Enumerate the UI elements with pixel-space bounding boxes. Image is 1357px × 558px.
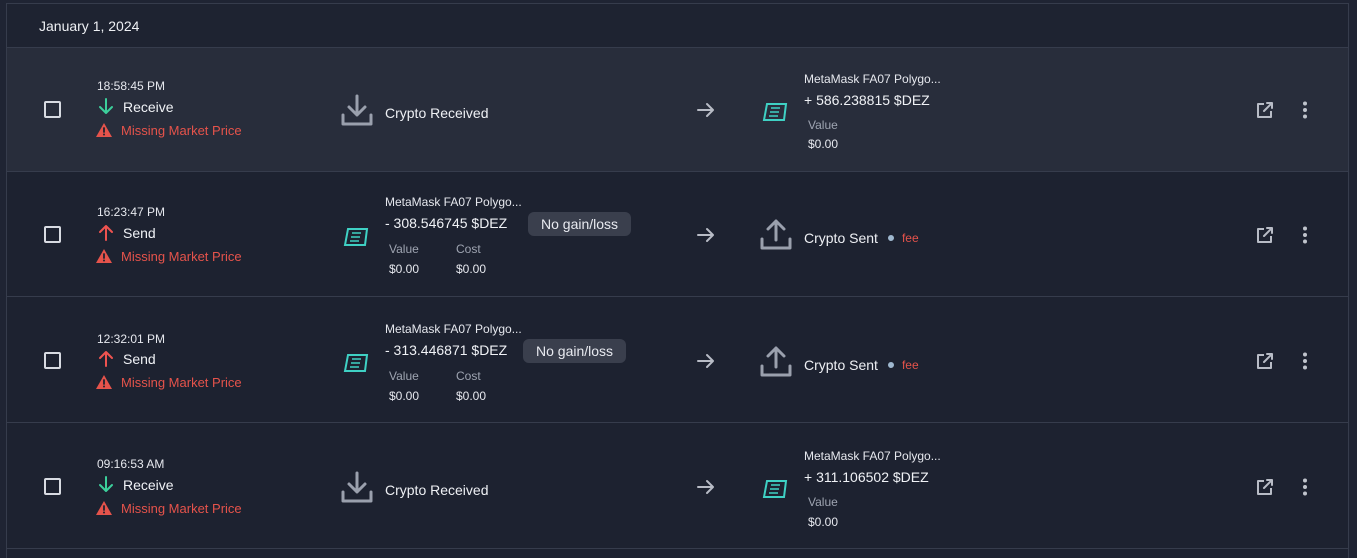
dez-token-icon <box>762 103 788 121</box>
value-label: Value <box>389 369 419 383</box>
dez-token-icon <box>343 354 369 372</box>
account-name: MetaMask FA07 Polygo... <box>385 322 522 336</box>
more-options-icon[interactable] <box>1295 477 1315 497</box>
gain-loss-badge: No gain/loss <box>528 212 632 236</box>
transaction-time: 18:58:45 PM <box>97 79 166 93</box>
crypto-received-label: Crypto Received <box>385 105 489 121</box>
missing-price-warning: Missing Market Price <box>95 122 242 138</box>
crypto-received-label: Crypto Received <box>385 482 489 498</box>
transaction-type: Receive <box>98 98 174 115</box>
crypto-sent: Crypto Sent fee <box>804 230 919 246</box>
value-amount: $0.00 <box>389 389 420 403</box>
warning-icon <box>96 249 112 263</box>
warning-icon <box>96 375 112 389</box>
arrow-up-icon <box>99 225 113 241</box>
value-label: Value <box>808 118 838 132</box>
arrow-right-icon <box>697 228 714 242</box>
external-link-icon[interactable] <box>1255 225 1275 245</box>
warning-label: Missing Market Price <box>121 374 242 390</box>
transaction-type-label: Receive <box>123 98 174 115</box>
cost-amount: $0.00 <box>456 262 487 276</box>
transaction-amount: - 313.446871 $DEZ <box>385 342 508 358</box>
more-options-icon[interactable] <box>1295 225 1315 245</box>
crypto-sent-label: Crypto Sent <box>804 357 878 373</box>
account-name: MetaMask FA07 Polygo... <box>385 195 522 209</box>
transaction-row[interactable]: 12:32:01 PM Send Missing Market Price Me… <box>7 299 1348 423</box>
more-options-icon[interactable] <box>1295 351 1315 371</box>
transaction-type: Receive <box>98 476 174 493</box>
crypto-sent-label: Crypto Sent <box>804 230 878 246</box>
transaction-type-label: Receive <box>123 476 174 493</box>
account-name: MetaMask FA07 Polygo... <box>804 72 941 86</box>
row-checkbox[interactable] <box>44 478 61 495</box>
row-checkbox[interactable] <box>44 101 61 118</box>
arrow-up-icon <box>99 351 113 367</box>
download-icon <box>341 94 373 126</box>
arrow-right-icon <box>697 480 714 494</box>
row-checkbox[interactable] <box>44 352 61 369</box>
fee-link[interactable]: fee <box>902 358 919 372</box>
date-label: January 1, 2024 <box>39 18 140 34</box>
transaction-amount: - 308.546745 $DEZ <box>385 215 508 231</box>
cost-amount: $0.00 <box>456 389 487 403</box>
missing-price-warning: Missing Market Price <box>95 248 242 264</box>
separator-dot <box>887 362 894 368</box>
transaction-type-label: Send <box>123 224 156 241</box>
transaction-amount: + 586.238815 $DEZ <box>804 92 930 108</box>
fee-link[interactable]: fee <box>902 231 919 245</box>
transaction-row[interactable]: 18:58:45 PM Receive Missing Market Price… <box>7 48 1348 172</box>
transaction-type: Send <box>98 224 156 241</box>
transaction-time: 16:23:47 PM <box>97 205 166 219</box>
transaction-time: 09:16:53 AM <box>97 457 165 471</box>
separator-dot <box>887 235 894 241</box>
warning-icon <box>96 501 112 515</box>
transaction-row[interactable]: 09:16:53 AM Receive Missing Market Price… <box>7 425 1348 549</box>
missing-price-warning: Missing Market Price <box>95 500 242 516</box>
warning-icon <box>96 123 112 137</box>
transaction-amount: + 311.106502 $DEZ <box>804 469 929 485</box>
arrow-down-icon <box>99 98 113 114</box>
upload-icon <box>760 219 792 250</box>
date-group-header: January 1, 2024 <box>7 4 1348 48</box>
value-label: Value <box>808 495 838 509</box>
value-amount: $0.00 <box>808 137 839 151</box>
value-amount: $0.00 <box>808 515 839 529</box>
account-name: MetaMask FA07 Polygo... <box>804 449 941 463</box>
external-link-icon[interactable] <box>1255 477 1275 497</box>
external-link-icon[interactable] <box>1255 100 1275 120</box>
dez-token-icon <box>762 480 788 498</box>
row-checkbox[interactable] <box>44 226 61 243</box>
transactions-panel: January 1, 2024 18:58:45 PM Receive Miss… <box>6 3 1349 558</box>
download-icon <box>341 471 373 503</box>
warning-label: Missing Market Price <box>121 500 242 516</box>
arrow-right-icon <box>697 354 714 368</box>
crypto-sent: Crypto Sent fee <box>804 357 919 373</box>
value-amount: $0.00 <box>389 262 420 276</box>
missing-price-warning: Missing Market Price <box>95 374 242 390</box>
transaction-time: 12:32:01 PM <box>97 332 166 346</box>
dez-token-icon <box>343 228 369 246</box>
transaction-row[interactable]: 16:23:47 PM Send Missing Market Price Me… <box>7 173 1348 297</box>
cost-label: Cost <box>456 242 481 256</box>
warning-label: Missing Market Price <box>121 248 242 264</box>
warning-label: Missing Market Price <box>121 122 242 138</box>
value-label: Value <box>389 242 419 256</box>
arrow-right-icon <box>697 103 714 117</box>
upload-icon <box>760 346 792 377</box>
external-link-icon[interactable] <box>1255 351 1275 371</box>
cost-label: Cost <box>456 369 481 383</box>
transaction-type-label: Send <box>123 350 156 367</box>
arrow-down-icon <box>99 476 113 492</box>
transaction-type: Send <box>98 350 156 367</box>
more-options-icon[interactable] <box>1295 100 1315 120</box>
gain-loss-badge: No gain/loss <box>523 339 627 363</box>
